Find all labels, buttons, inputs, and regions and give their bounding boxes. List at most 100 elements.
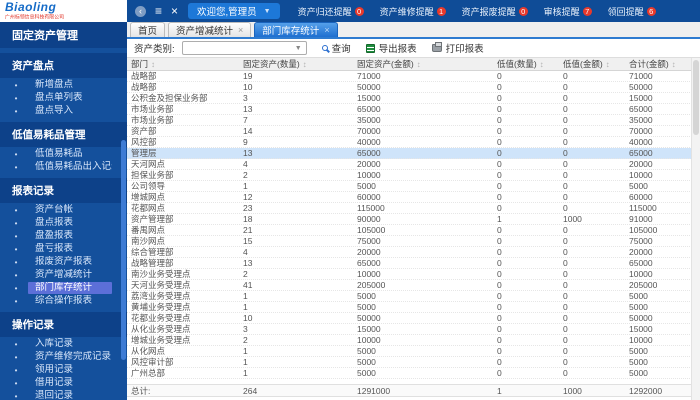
table-row[interactable]: 从化网点15000005000 xyxy=(127,346,700,357)
sidebar-item[interactable]: •综合操作报表 xyxy=(0,295,127,307)
table-cell: 41 xyxy=(239,280,353,290)
sidebar-item[interactable]: •盘点报表 xyxy=(0,217,127,229)
table-row[interactable]: 担保业务部2100000010000 xyxy=(127,170,700,181)
table-row[interactable]: 天河业务受理点4120500000205000 xyxy=(127,280,700,291)
table-cell: 3 xyxy=(239,93,353,103)
close-tab-icon[interactable]: × xyxy=(324,26,329,35)
sidebar-item[interactable]: •退回记录 xyxy=(0,390,127,400)
table-row[interactable]: 花都业务受理点10500000050000 xyxy=(127,313,700,324)
sidebar-item[interactable]: •新增盘点 xyxy=(0,79,127,91)
table-row[interactable]: 增城业务受理点2100000010000 xyxy=(127,335,700,346)
column-header-label: 低值(金额) xyxy=(563,58,603,70)
notification-item[interactable]: 审核提醒7 xyxy=(544,5,592,18)
table-row[interactable]: 综合管理部4200000020000 xyxy=(127,247,700,258)
table-row[interactable]: 资产部14700000070000 xyxy=(127,126,700,137)
table-cell: 65000 xyxy=(353,104,493,114)
table-cell: 14 xyxy=(239,126,353,136)
column-header[interactable]: 低值(数量)↕ xyxy=(493,58,559,70)
table-row[interactable]: 市场业务部13650000065000 xyxy=(127,104,700,115)
table-cell: 0 xyxy=(493,93,559,103)
sidebar-item-label: 入库记录 xyxy=(28,338,112,350)
close-tab-icon[interactable]: × xyxy=(238,26,243,35)
table-row[interactable]: 从化业务受理点3150000015000 xyxy=(127,324,700,335)
sidebar-item[interactable]: •借用记录 xyxy=(0,377,127,389)
table-row[interactable]: 战略部19710000071000 xyxy=(127,71,700,82)
table-row[interactable]: 战略部10500000050000 xyxy=(127,82,700,93)
user-menu-button[interactable]: 欢迎您,管理员 ▼ xyxy=(188,3,280,19)
bullet-icon: • xyxy=(11,81,21,90)
table-row[interactable]: 资产管理部18900001100091000 xyxy=(127,214,700,225)
table-cell: 0 xyxy=(559,335,625,345)
table-cell: 从化网点 xyxy=(127,346,239,356)
export-button[interactable]: 导出报表 xyxy=(366,41,417,55)
table-cell: 管理层 xyxy=(127,148,239,158)
table-row[interactable]: 管理层13650000065000 xyxy=(127,148,700,159)
table-cell: 10000 xyxy=(625,269,700,279)
table-cell: 0 xyxy=(559,181,625,191)
sidebar-section-header[interactable]: 资产盘点 xyxy=(0,53,127,78)
sidebar-section-header[interactable]: 低值易耗品管理 xyxy=(0,122,127,147)
notification-item[interactable]: 资产归还提醒0 xyxy=(298,5,364,18)
column-header[interactable]: 部门↕ xyxy=(127,58,239,70)
tab[interactable]: 资产增减统计× xyxy=(168,22,251,37)
table-row[interactable]: 公积金及担保业务部3150000015000 xyxy=(127,93,700,104)
table-cell: 70000 xyxy=(625,126,700,136)
table-row[interactable]: 风控部9400000040000 xyxy=(127,137,700,148)
table-cell: 0 xyxy=(493,291,559,301)
bullet-icon: • xyxy=(11,297,21,306)
sidebar-item[interactable]: •盘点单列表 xyxy=(0,92,127,104)
table-cell: 0 xyxy=(559,258,625,268)
sidebar-item[interactable]: •入库记录 xyxy=(0,338,127,350)
notification-item[interactable]: 领回提醒6 xyxy=(608,5,656,18)
sidebar-item[interactable]: •盘亏报表 xyxy=(0,243,127,255)
notification-item[interactable]: 资产报废提醒0 xyxy=(462,5,528,18)
table-row[interactable]: 番禺网点2110500000105000 xyxy=(127,225,700,236)
sidebar-item[interactable]: •盘点导入 xyxy=(0,105,127,117)
table-row[interactable]: 天河网点4200000020000 xyxy=(127,159,700,170)
sidebar-item[interactable]: •低值易耗品出入记录 xyxy=(0,161,127,173)
sidebar-item[interactable]: •部门库存统计 xyxy=(0,282,127,294)
table-row[interactable]: 增城网点12600000060000 xyxy=(127,192,700,203)
table-row[interactable]: 南沙业务受理点2100000010000 xyxy=(127,269,700,280)
tab[interactable]: 首页 xyxy=(130,22,165,37)
column-header[interactable]: 合计(金额)↕ xyxy=(625,58,700,70)
sidebar-item-label: 资产台帐 xyxy=(28,204,112,216)
column-header[interactable]: 固定资产(金额)↕ xyxy=(353,58,493,70)
table-cell: 0 xyxy=(493,368,559,378)
sidebar-item[interactable]: •领用记录 xyxy=(0,364,127,376)
print-button[interactable]: 打印报表 xyxy=(432,41,484,55)
table-row[interactable]: 南沙网点15750000075000 xyxy=(127,236,700,247)
sidebar-item[interactable]: •低值易耗品 xyxy=(0,148,127,160)
main-content: 首页资产增减统计×部门库存统计× 资产类别: ▼ 查询 导出报表 打印报表 xyxy=(127,22,700,400)
search-button[interactable]: 查询 xyxy=(322,41,351,55)
table-row[interactable]: 风控审计部15000005000 xyxy=(127,357,700,368)
table-row[interactable]: 花都网点2311500000115000 xyxy=(127,203,700,214)
notification-item[interactable]: 资产维修提醒1 xyxy=(380,5,446,18)
sidebar-item[interactable]: •资产维修完成记录 xyxy=(0,351,127,363)
asset-category-select[interactable]: ▼ xyxy=(182,41,307,55)
table-row[interactable]: 广州总部15000005000 xyxy=(127,368,700,379)
scrollbar-thumb[interactable] xyxy=(693,60,699,135)
sidebar-section-header[interactable]: 操作记录 xyxy=(0,312,127,337)
sidebar-item[interactable]: •资产增减统计 xyxy=(0,269,127,281)
column-header[interactable]: 固定资产(数量)↕ xyxy=(239,58,353,70)
sidebar-scrollbar[interactable] xyxy=(121,140,126,360)
menu-icon[interactable]: ≡ xyxy=(155,0,162,22)
sidebar-item[interactable]: •资产台帐 xyxy=(0,204,127,216)
table-cell: 105000 xyxy=(625,225,700,235)
collapse-sidebar-icon[interactable]: ‹ xyxy=(135,6,146,17)
sidebar-section-header[interactable]: 报表记录 xyxy=(0,178,127,203)
table-row[interactable]: 黄埔业务受理点15000005000 xyxy=(127,302,700,313)
table-row[interactable]: 荔湾业务受理点15000005000 xyxy=(127,291,700,302)
sidebar-item[interactable]: •盘盈报表 xyxy=(0,230,127,242)
table-row[interactable]: 战略管理部13650000065000 xyxy=(127,258,700,269)
table-row[interactable]: 公司领导15000005000 xyxy=(127,181,700,192)
sidebar-item[interactable]: •报废资产报表 xyxy=(0,256,127,268)
tab-active[interactable]: 部门库存统计× xyxy=(254,22,337,37)
table-scrollbar[interactable] xyxy=(691,58,700,400)
close-icon[interactable]: × xyxy=(171,0,178,22)
table-cell: 0 xyxy=(493,324,559,334)
table-cell: 90000 xyxy=(353,214,493,224)
column-header[interactable]: 低值(金额)↕ xyxy=(559,58,625,70)
table-row[interactable]: 市场业务部7350000035000 xyxy=(127,115,700,126)
